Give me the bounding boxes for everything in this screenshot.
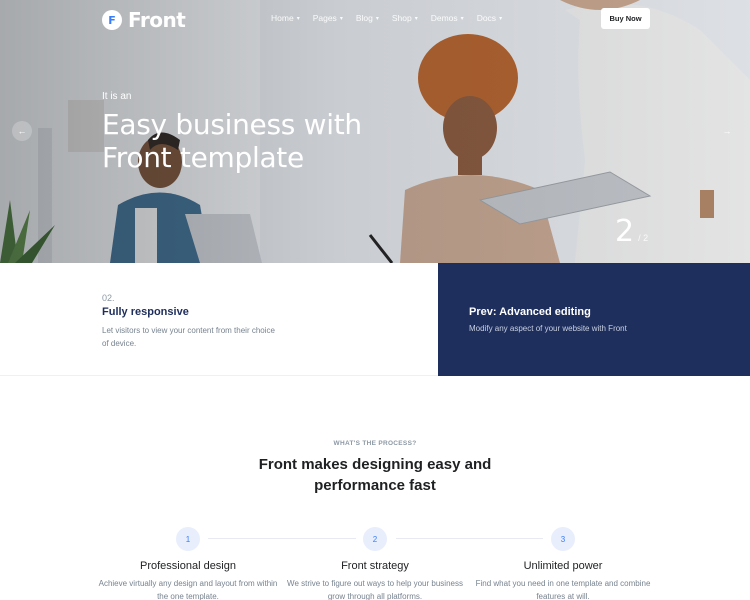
- step-title: Fully responsive: [102, 306, 189, 318]
- feature-description: We strive to figure out ways to help you…: [287, 579, 463, 600]
- nav-item-label: Home: [271, 13, 294, 23]
- arrow-left-icon: ←: [17, 126, 27, 136]
- brand-name: Front: [128, 8, 186, 32]
- step-circle-1: 1: [176, 527, 200, 551]
- process-title: Front makes designing easy and performan…: [258, 456, 492, 494]
- nav-item-shop[interactable]: Shop ▾: [392, 13, 418, 23]
- brand-logo[interactable]: F Front: [102, 8, 186, 32]
- slider-prev-button[interactable]: ←: [12, 121, 32, 141]
- logo-icon: F: [102, 10, 122, 30]
- step-connector: [396, 538, 543, 539]
- buy-now-button[interactable]: Buy Now: [601, 8, 650, 29]
- slider-next-button[interactable]: →: [717, 121, 737, 141]
- feature-description: Achieve virtually any design and layout …: [98, 579, 278, 600]
- nav-item-home[interactable]: Home ▾: [271, 13, 300, 23]
- nav-item-label: Blog: [355, 13, 373, 23]
- hero-title: Easy business with Front template: [102, 108, 362, 174]
- prev-slide-description: Modify any aspect of your website with F…: [469, 324, 627, 333]
- step-circle-3: 3: [551, 527, 575, 551]
- feature-title: Unlimited power: [523, 560, 603, 572]
- step-circle-2: 2: [363, 527, 387, 551]
- step-description: Let visitors to view your content from t…: [102, 326, 275, 348]
- nav-item-demos[interactable]: Demos ▾: [431, 13, 464, 23]
- chevron-down-icon: ▾: [375, 15, 379, 22]
- chevron-down-icon: ▾: [339, 15, 343, 22]
- slide-total: / 2: [638, 233, 649, 243]
- nav-item-label: Demos: [430, 13, 458, 23]
- nav-item-label: Docs: [476, 13, 497, 23]
- chevron-down-icon: ▾: [499, 15, 503, 22]
- feature-description: Find what you need in one template and c…: [475, 579, 651, 600]
- chevron-down-icon: ▾: [414, 15, 418, 22]
- main-nav: Home ▾ Pages ▾ Blog ▾ Shop ▾ Demos ▾ Doc…: [271, 13, 502, 23]
- process-kicker: WHAT'S THE PROCESS?: [333, 440, 417, 447]
- feature-title: Professional design: [139, 560, 236, 572]
- slide-current: 2: [615, 214, 635, 249]
- hero-kicker: It is an: [102, 91, 132, 102]
- nav-item-pages[interactable]: Pages ▾: [313, 13, 343, 23]
- slide-counter: 2 / 2: [615, 214, 648, 249]
- nav-item-label: Pages: [312, 13, 337, 23]
- step-connector: [208, 538, 356, 539]
- hero-slider: F Front Home ▾ Pages ▾ Blog ▾ Shop ▾ Dem…: [0, 0, 750, 263]
- prev-slide-title[interactable]: Prev: Advanced editing: [469, 306, 591, 318]
- step-number: 02.: [102, 293, 115, 303]
- nav-item-docs[interactable]: Docs ▾: [477, 13, 502, 23]
- nav-item-blog[interactable]: Blog ▾: [356, 13, 379, 23]
- top-navbar: F Front Home ▾ Pages ▾ Blog ▾ Shop ▾ Dem…: [0, 0, 750, 38]
- chevron-down-icon: ▾: [296, 15, 300, 22]
- nav-item-label: Shop: [391, 13, 412, 23]
- prev-slide-panel[interactable]: [438, 263, 750, 376]
- current-slide-info: [0, 263, 438, 376]
- chevron-down-icon: ▾: [460, 15, 464, 22]
- arrow-right-icon: →: [722, 126, 732, 136]
- feature-title: Front strategy: [341, 560, 409, 572]
